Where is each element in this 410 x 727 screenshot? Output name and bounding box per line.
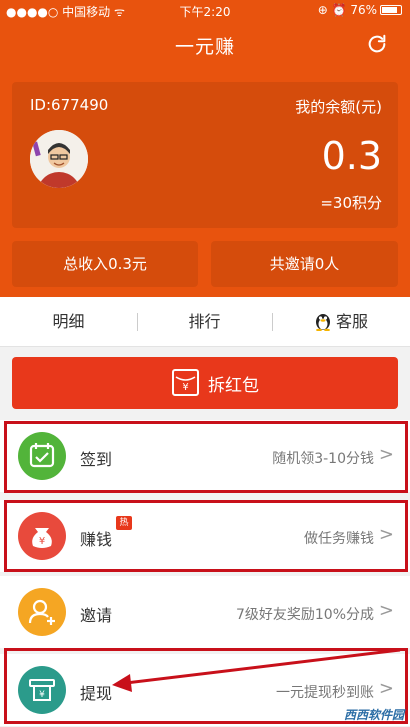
tab-bar: 明细 排行 客服 [0,297,410,347]
balance-label: 我的余额(元) [295,98,382,116]
battery-icon [380,5,402,15]
refresh-icon[interactable] [366,33,388,55]
tab-support-label: 客服 [335,312,368,331]
balance-amount: 0.3 [321,134,382,178]
total-income[interactable]: 总收入0.3元 [12,241,198,287]
invite-title: 邀请 [80,606,113,625]
status-bar: ●●●●○ 中国移动 ᯤ 下午2:20 ⊕ ⏰ 76% [0,0,410,22]
avatar-image [30,130,88,188]
open-red-packet-button[interactable]: ¥ 拆红包 [12,357,398,409]
tab-support[interactable]: 客服 [272,297,410,347]
highlight-box-earn [4,500,408,572]
avatar[interactable] [30,130,88,188]
watermark: 西西软件园 [343,708,404,722]
svg-text:¥: ¥ [182,382,188,393]
tab-ranking[interactable]: 排行 [137,297,272,347]
qq-penguin-icon [315,314,330,332]
points-equivalent: =30积分 [320,194,382,212]
battery-percent: ⊕ ⏰ 76% [317,3,377,17]
highlight-box-checkin [4,421,408,493]
balance-card: ID:677490 我的余额(元) 0.3 =30积分 [12,82,398,228]
tab-details[interactable]: 明细 [0,297,137,347]
invite-desc: 7级好友奖励10%分成 [235,607,374,623]
battery-status: ⊕ ⏰ 76% [318,3,402,17]
page-title: 一元赚 [174,36,235,58]
chevron-right-icon: > [378,600,394,621]
user-id: ID:677490 [30,96,109,114]
header: ●●●●○ 中国移动 ᯤ 下午2:20 ⊕ ⏰ 76% 一元赚 ID:67749… [0,0,410,297]
add-friend-icon [18,588,66,636]
open-red-packet-label: 拆红包 [208,376,259,396]
red-packet-icon: ¥ [172,369,199,396]
invite-count[interactable]: 共邀请0人 [211,241,398,287]
list-item-invite[interactable]: 邀请 7级好友奖励10%分成 > [0,576,410,648]
